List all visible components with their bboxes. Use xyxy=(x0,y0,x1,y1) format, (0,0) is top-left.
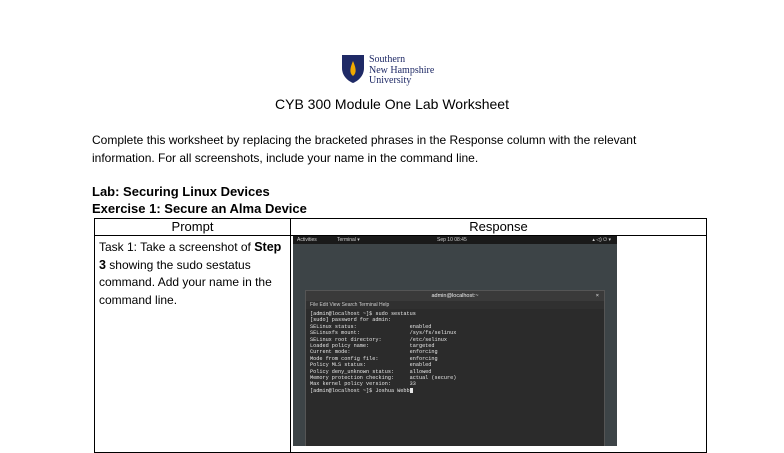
shield-flame-icon xyxy=(342,55,364,83)
terminal-window: admin@localhost:~ × File Edit View Searc… xyxy=(305,290,605,446)
prompt-column-header: Prompt xyxy=(94,218,291,236)
task-1-response[interactable]: Activities Terminal ▾ Sep 10 08:45 ▴ ◁) … xyxy=(290,235,707,453)
logo-line-3: University xyxy=(369,75,412,86)
terminal-title: admin@localhost:~ xyxy=(431,293,479,299)
system-tray-icons: ▴ ◁) ⏻ ▾ xyxy=(592,237,611,243)
terminal-app-label: Terminal ▾ xyxy=(337,237,360,243)
logo-text: Southern New Hampshire University xyxy=(369,54,434,87)
activities-label: Activities xyxy=(297,237,317,243)
cursor-block xyxy=(409,388,413,393)
task-1-text-end: showing the sudo sestatus command. Add y… xyxy=(99,257,272,307)
instructions-paragraph: Complete this worksheet by replacing the… xyxy=(92,133,637,165)
desktop-top-bar: Activities Terminal ▾ Sep 10 08:45 ▴ ◁) … xyxy=(293,236,617,244)
task-1-text-start: Task 1: Take a screenshot of xyxy=(99,240,251,254)
terminal-line: [admin@localhost ~]$ Joshua Webb xyxy=(310,387,410,394)
terminal-output: [admin@localhost ~]$ sudo sestatus [sudo… xyxy=(306,309,604,396)
terminal-menu-bar: File Edit View Search Terminal Help xyxy=(306,301,604,309)
worksheet-title: CYB 300 Module One Lab Worksheet xyxy=(275,96,509,112)
desktop-background: admin@localhost:~ × File Edit View Searc… xyxy=(293,244,617,446)
terminal-screenshot: Activities Terminal ▾ Sep 10 08:45 ▴ ◁) … xyxy=(293,236,617,446)
clock-label: Sep 10 08:45 xyxy=(437,237,467,243)
logo-line-1: Southern xyxy=(369,54,406,65)
exercise-heading: Exercise 1: Secure an Alma Device xyxy=(92,201,307,216)
terminal-title-bar: admin@localhost:~ × xyxy=(306,291,604,301)
table-row: Task 1: Take a screenshot of Step 3 show… xyxy=(94,235,707,453)
task-1-prompt: Task 1: Take a screenshot of Step 3 show… xyxy=(94,235,291,453)
response-column-header: Response xyxy=(290,218,707,236)
lab-heading: Lab: Securing Linux Devices xyxy=(92,184,270,199)
worksheet-table: Prompt Response Task 1: Take a screensho… xyxy=(94,218,707,453)
close-icon: × xyxy=(595,293,599,299)
university-logo: Southern New Hampshire University xyxy=(341,54,451,88)
terminal-prompt-line: [admin@localhost ~]$ Joshua Webb xyxy=(310,388,600,394)
table-header-row: Prompt Response xyxy=(94,218,707,236)
